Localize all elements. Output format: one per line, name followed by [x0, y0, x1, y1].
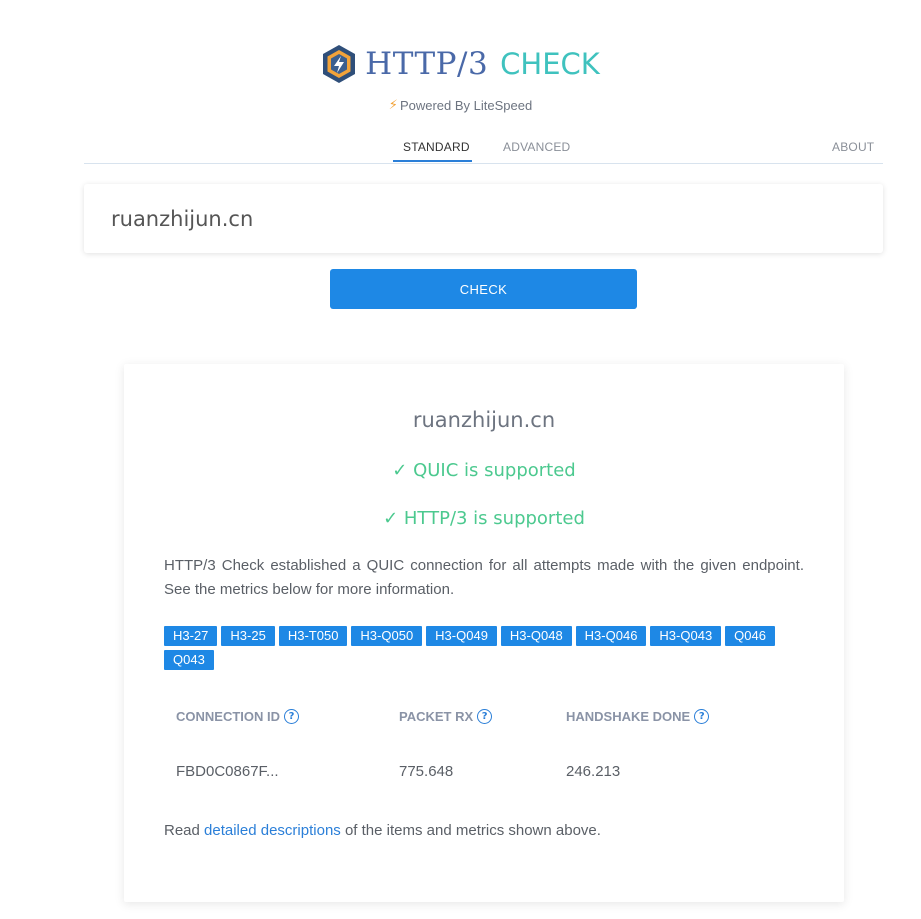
powered-by-text: Powered By LiteSpeed [399, 97, 533, 113]
version-badge: H3-Q043 [650, 626, 722, 646]
metric-header-handshake-done: HANDSHAKE DONE ? [566, 709, 710, 724]
quic-status: ✓ QUIC is supported [392, 460, 576, 481]
litespeed-logo-icon [323, 45, 356, 83]
version-badge: H3-25 [221, 626, 275, 646]
brand-check-text: CHECK [500, 47, 600, 81]
metric-header-connection-id: CONNECTION ID ? [176, 709, 299, 724]
check-button[interactable]: CHECK [330, 269, 637, 309]
version-badge: H3-Q046 [575, 626, 647, 646]
metric-value-packet-rx: 775.648 [399, 763, 454, 780]
powered-by: ⚡ Powered By LiteSpeed [0, 97, 921, 113]
active-tab-indicator [393, 160, 472, 162]
version-badge: H3-Q050 [351, 626, 423, 646]
help-icon[interactable]: ? [694, 709, 710, 724]
header: HTTP/3 CHECK ⚡ Powered By LiteSpeed [0, 44, 921, 113]
metric-header-label: CONNECTION ID [176, 709, 280, 724]
tab-advanced[interactable]: ADVANCED [503, 140, 570, 154]
help-icon[interactable]: ? [284, 709, 299, 724]
result-domain: ruanzhijun.cn [412, 408, 556, 432]
version-badge: H3-27 [164, 626, 218, 646]
tab-about[interactable]: ABOUT [832, 140, 874, 154]
footer-suffix: of the items and metrics shown above. [340, 822, 601, 839]
metric-value-connection-id: FBD0C0867F... [176, 763, 279, 780]
footer-prefix: Read [164, 822, 205, 839]
result-description: HTTP/3 Check established a QUIC connecti… [164, 557, 804, 598]
detailed-descriptions-link[interactable]: detailed descriptions [204, 822, 341, 839]
version-badge: H3-Q048 [500, 626, 572, 646]
brand-http-text: HTTP/3 [365, 46, 489, 82]
help-icon[interactable]: ? [477, 709, 493, 724]
result-card: ruanzhijun.cn ✓ QUIC is supported ✓ HTTP… [124, 364, 844, 902]
url-input-card [84, 184, 883, 253]
lightning-icon: ⚡ [388, 97, 398, 112]
tab-bar: STANDARD ADVANCED ABOUT [84, 134, 883, 164]
metric-header-label: HANDSHAKE DONE [566, 709, 691, 724]
version-badge: H3-T050 [278, 626, 348, 646]
footer-note: Read detailed descriptions of the items … [164, 822, 601, 839]
version-badge: Q046 [725, 626, 775, 646]
tab-standard[interactable]: STANDARD [403, 140, 470, 154]
http3-status: ✓ HTTP/3 is supported [383, 508, 585, 529]
metric-header-label: PACKET RX [399, 709, 474, 724]
version-badge: H3-Q049 [426, 626, 497, 646]
version-badges: H3-27 H3-25 H3-T050 H3-Q050 H3-Q049 H3-Q… [164, 626, 804, 670]
brand[interactable]: HTTP/3 CHECK [321, 44, 600, 84]
metric-value-handshake-done: 246.213 [566, 763, 621, 780]
version-badge: Q043 [164, 650, 214, 670]
metric-header-packet-rx: PACKET RX ? [399, 709, 493, 724]
url-input[interactable] [111, 206, 851, 231]
